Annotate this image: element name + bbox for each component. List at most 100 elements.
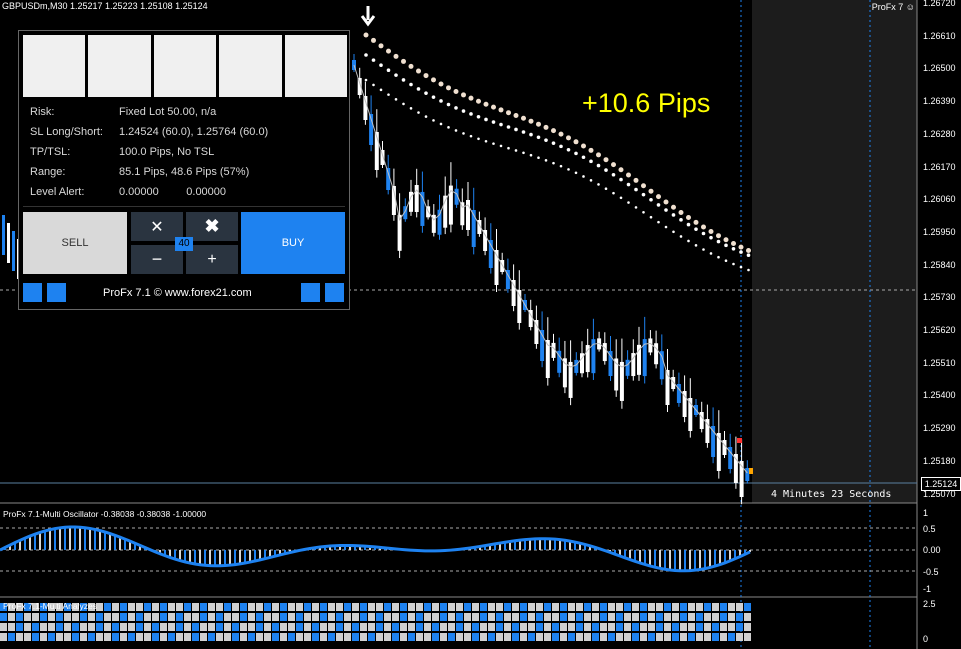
- band-dot: [417, 111, 420, 114]
- analyzer-cell: [384, 603, 391, 611]
- analyzer-cell: [104, 633, 111, 641]
- osc-level-neg-1: -1: [923, 584, 932, 594]
- analyzer-cell: [200, 613, 207, 621]
- band-dot: [461, 92, 466, 98]
- analyzer-cell: [640, 613, 647, 621]
- analyzer-cell: [16, 633, 23, 641]
- band-dot: [393, 53, 399, 59]
- panel-box[interactable]: [23, 35, 86, 97]
- analyzer-cell: [24, 623, 31, 631]
- price-axis-label: 1.26500: [923, 63, 956, 74]
- analyzer-cell: [552, 613, 559, 621]
- analyzer-cell: [256, 603, 263, 611]
- band-dot: [446, 102, 451, 107]
- analyzer-cell: [624, 603, 631, 611]
- band-dot: [738, 244, 744, 250]
- analyzer-cell: [304, 613, 311, 621]
- analyzer-cell: [168, 623, 175, 631]
- panel-row-alert: Level Alert: 0.00000 0.00000: [30, 186, 226, 198]
- analyzer-cell: [248, 623, 255, 631]
- band-dot: [634, 206, 638, 209]
- analyzer-cell: [712, 613, 719, 621]
- panel-toggle-left-1[interactable]: [23, 283, 42, 302]
- panel-toggle-left-2[interactable]: [47, 283, 66, 302]
- analyzer-cell: [176, 633, 183, 641]
- analyzer-cell: [168, 603, 175, 611]
- band-dot: [672, 230, 675, 234]
- analyzer-cell: [328, 623, 335, 631]
- analyzer-cell: [616, 603, 623, 611]
- band-dot: [514, 127, 518, 132]
- band-dot: [686, 214, 691, 220]
- analyzer-cell: [40, 623, 47, 631]
- band-dot: [581, 143, 586, 149]
- sell-button[interactable]: SELL: [23, 212, 127, 274]
- band-dot: [447, 126, 450, 129]
- analyzer-cell: [120, 613, 127, 621]
- volume-field[interactable]: 40: [175, 237, 193, 251]
- band-dot: [589, 159, 593, 164]
- panel-toggle-right-2[interactable]: [325, 283, 344, 302]
- analyzer-cell: [8, 613, 15, 621]
- analyzer-cell: [544, 613, 551, 621]
- analyzer-cell: [568, 603, 575, 611]
- panel-toggle-right-1[interactable]: [301, 283, 320, 302]
- candle-body: [602, 343, 607, 362]
- price-axis-label: 1.25400: [923, 390, 956, 401]
- panel-box[interactable]: [153, 35, 217, 97]
- analyzer-cell: [576, 613, 583, 621]
- row-label: Range:: [30, 166, 66, 178]
- analyzer-cell: [0, 623, 7, 631]
- analyzer-cell: [296, 613, 303, 621]
- analyzer-cell: [568, 623, 575, 631]
- row-value: Fixed Lot 50.00, n/a: [119, 106, 217, 118]
- price-axis-label: 1.26390: [923, 96, 956, 107]
- band-dot: [363, 32, 369, 38]
- band-dot: [462, 132, 465, 135]
- analyzer-cell: [416, 603, 423, 611]
- analyzer-cell: [456, 603, 463, 611]
- analyzer-cell: [192, 633, 199, 641]
- band-dot: [582, 175, 585, 178]
- candle-body: [619, 361, 624, 401]
- analyzer-cell: [624, 633, 631, 641]
- analyzer-cell: [392, 613, 399, 621]
- analyzer-cell: [312, 603, 319, 611]
- analyzer-cell: [440, 623, 447, 631]
- analyzer-cell: [280, 623, 287, 631]
- close-all-button[interactable]: ✖: [186, 212, 238, 241]
- analyzer-cell: [352, 603, 359, 611]
- analyzer-cell: [440, 613, 447, 621]
- analyzer-cell: [496, 613, 503, 621]
- analyzer-cell: [224, 633, 231, 641]
- panel-box[interactable]: [219, 35, 282, 97]
- analyzer-cell: [520, 603, 527, 611]
- analyzer-cell: [248, 603, 255, 611]
- increase-volume-button[interactable]: +: [186, 245, 238, 274]
- band-dot: [537, 156, 540, 159]
- panel-row-risk: Risk: Fixed Lot 50.00, n/a: [30, 106, 216, 118]
- analyzer-cell: [728, 633, 735, 641]
- band-dot: [619, 196, 623, 200]
- band-dot: [611, 162, 616, 168]
- buy-button[interactable]: BUY: [241, 212, 345, 274]
- analyzer-cell: [176, 603, 183, 611]
- analyzer-cell: [632, 603, 639, 611]
- analyzer-cell: [512, 623, 519, 631]
- band-dot: [439, 122, 443, 126]
- analyzer-cell: [464, 603, 471, 611]
- analyzer-title: ProFx 7.1-Multi Analyzes: [3, 601, 98, 611]
- band-dot: [491, 120, 496, 124]
- analyzer-cell: [368, 623, 375, 631]
- analyzer-cell: [96, 633, 103, 641]
- panel-box[interactable]: [88, 35, 151, 97]
- band-dot: [694, 227, 698, 231]
- osc-level-0-5: 0.5: [923, 524, 936, 534]
- band-dot: [559, 164, 563, 168]
- panel-box[interactable]: [284, 35, 348, 97]
- analyzer-cell: [16, 613, 23, 621]
- band-dot: [716, 239, 721, 244]
- analyzer-cell: [424, 603, 431, 611]
- analyzer-cell: [576, 633, 583, 641]
- analyzer-cell: [160, 613, 167, 621]
